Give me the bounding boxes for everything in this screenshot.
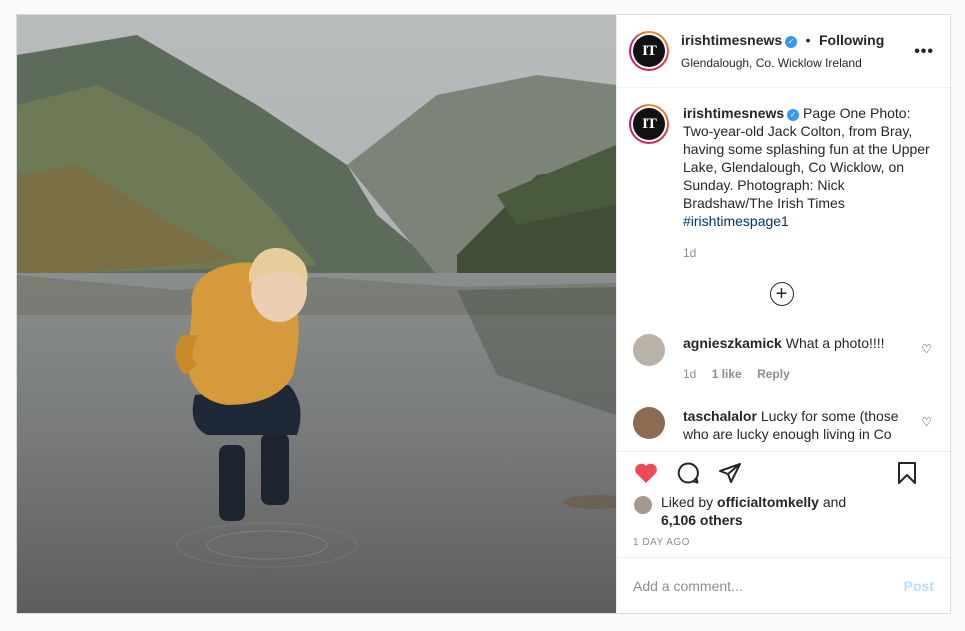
comment-item: agnieszkamick What a photo!!!! 1d 1 like… [629, 334, 934, 383]
author-avatar[interactable]: IT [629, 31, 669, 71]
comment-meta: 1d 1 like Reply [683, 365, 913, 383]
caption: IT irishtimesnews ✓ Page One Photo: Two-y… [629, 104, 934, 262]
comment-likes[interactable]: 1 like [712, 367, 742, 381]
comment-age: 1d [683, 367, 697, 381]
comment-item: taschalalor Lucky for some (those who ar… [629, 407, 934, 443]
comment-icon[interactable] [675, 460, 701, 486]
author-logo: IT [633, 35, 665, 67]
header-text: irishtimesnews ✓ • Following Glendalough,… [681, 32, 884, 70]
caption-avatar[interactable]: IT [629, 104, 669, 144]
commenter-avatar[interactable] [633, 334, 665, 366]
following-button[interactable]: Following [819, 32, 884, 48]
caption-hashtag[interactable]: #irishtimespage1 [683, 213, 789, 229]
comment-input[interactable]: Add a comment... [633, 578, 904, 594]
verified-badge-icon: ✓ [785, 36, 798, 48]
load-more-icon[interactable]: + [769, 282, 794, 306]
comments-panel[interactable]: IT irishtimesnews ✓ Page One Photo: Two-y… [617, 88, 950, 451]
liked-by-user[interactable]: officialtomkelly [717, 494, 819, 510]
post-comment-button[interactable]: Post [904, 578, 934, 594]
comment-body: agnieszkamick What a photo!!!! 1d 1 like… [683, 334, 913, 383]
post-timestamp[interactable]: 1 DAY AGO [617, 537, 950, 557]
more-options-icon[interactable]: ••• [914, 43, 934, 61]
caption-username[interactable]: irishtimesnews [683, 105, 784, 121]
comment-reply-button[interactable]: Reply [757, 367, 790, 381]
post-photo[interactable] [17, 15, 616, 613]
likes-summary: Liked by officialtomkelly and 6,106 othe… [617, 493, 950, 529]
caption-age: 1d [683, 246, 697, 260]
likes-text: Liked by officialtomkelly and 6,106 othe… [661, 493, 846, 529]
add-comment-bar: Add a comment... Post [617, 557, 950, 613]
caption-logo: IT [633, 108, 665, 140]
liker-avatar[interactable] [633, 495, 653, 515]
location-link[interactable]: Glendalough, Co. Wicklow Ireland [681, 56, 884, 70]
commenter-username[interactable]: agnieszkamick [683, 335, 782, 351]
save-bookmark-icon[interactable] [894, 460, 920, 486]
comment-body: taschalalor Lucky for some (those who ar… [683, 407, 913, 443]
liked-by-prefix: Liked by [661, 494, 714, 510]
photo-image [17, 15, 616, 613]
commenter-avatar[interactable] [633, 407, 665, 439]
comment-text: What a photo!!!! [785, 335, 885, 351]
follow-separator: • [805, 32, 811, 48]
post-header: IT irishtimesnews ✓ • Following Glendalou… [617, 15, 950, 88]
commenter-username[interactable]: taschalalor [683, 408, 757, 424]
share-icon[interactable] [717, 460, 743, 486]
author-username[interactable]: irishtimesnews [681, 32, 782, 48]
verified-badge-icon: ✓ [787, 109, 800, 121]
post-sidebar: IT irishtimesnews ✓ • Following Glendalou… [616, 15, 950, 613]
liked-by-others[interactable]: 6,106 others [661, 512, 743, 528]
action-bar [617, 451, 950, 493]
like-heart-icon[interactable] [633, 460, 659, 486]
comment-heart-icon[interactable]: ♡ [921, 342, 932, 356]
comment-heart-icon[interactable]: ♡ [921, 415, 932, 429]
liked-by-and: and [822, 494, 847, 510]
caption-body: irishtimesnews ✓ Page One Photo: Two-year… [683, 104, 934, 262]
instagram-post: IT irishtimesnews ✓ • Following Glendalou… [16, 14, 951, 614]
